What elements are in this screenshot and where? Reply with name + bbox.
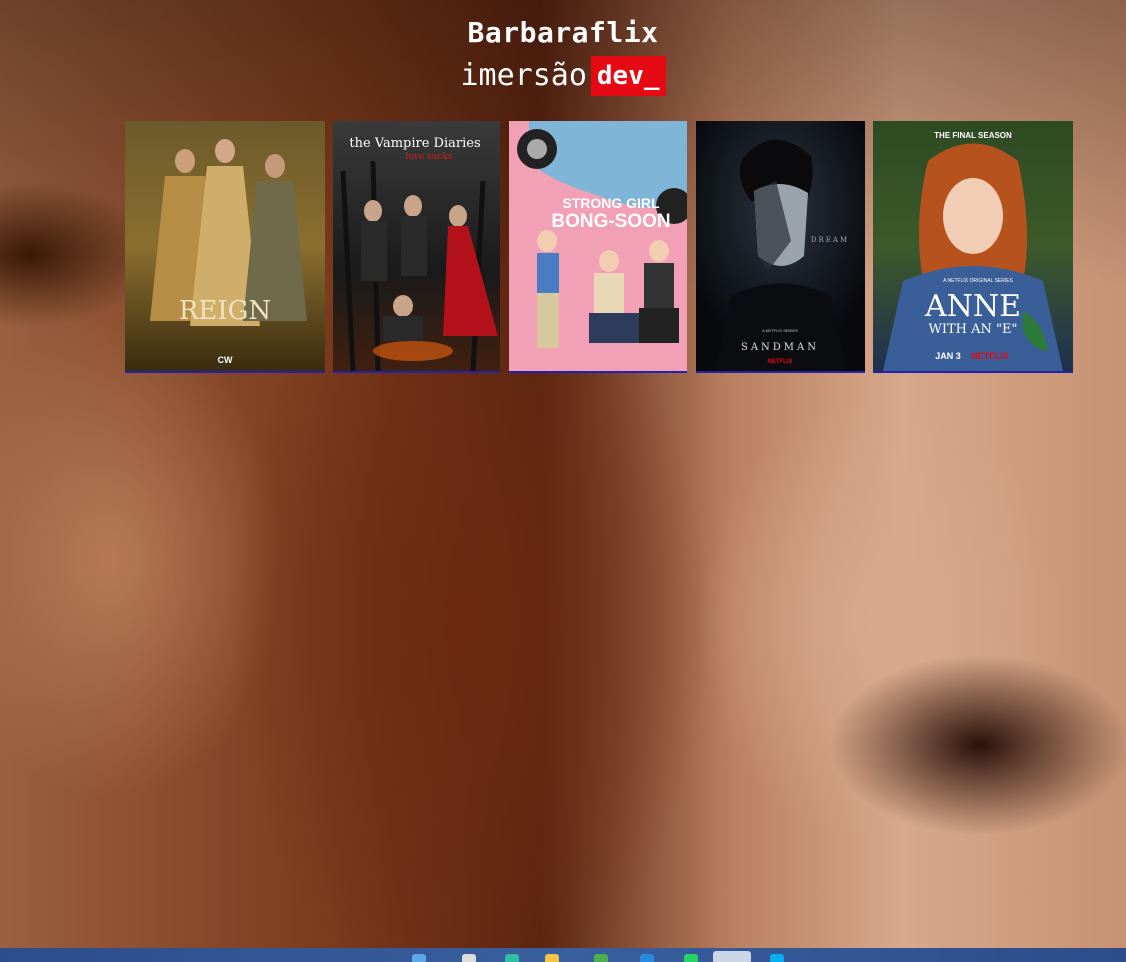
poster-anne-subtitle: WITH AN "E": [929, 322, 1018, 337]
poster-anne-network-line: A NETFLIX ORIGINAL SERIES: [943, 278, 1013, 284]
poster-anne-netflix: NETFLIX: [971, 351, 1009, 361]
poster-sandman[interactable]: DREAM A NETFLIX SERIES SANDMAN NETFLIX: [696, 121, 865, 373]
taskbar: [0, 948, 1126, 962]
vscode-icon[interactable]: [640, 954, 654, 962]
tagline-badge: dev_: [590, 56, 666, 96]
poster-anne-final-season: THE FINAL SEASON: [934, 131, 1012, 140]
tagline-word: imersão: [460, 58, 587, 93]
chrome-icon[interactable]: [594, 954, 608, 962]
skype-icon[interactable]: [770, 954, 784, 962]
poster-sandman-netflix: NETFLIX: [768, 359, 793, 365]
poster-anne-title: ANNE: [924, 289, 1021, 324]
page-header: Barbaraflix imersão dev_: [0, 14, 1126, 96]
tagline: imersão dev_: [0, 56, 1126, 96]
folder-icon[interactable]: [545, 954, 559, 962]
poster-bong-soon-title-1: STRONG GIRL: [562, 195, 660, 211]
poster-vampire-diaries-tagline: love sucks: [405, 152, 452, 162]
poster-anne-with-an-e[interactable]: THE FINAL SEASON A NETFLIX ORIGINAL SERI…: [873, 121, 1073, 373]
poster-sandman-dream: DREAM: [811, 236, 849, 244]
poster-sandman-title: SANDMAN: [741, 342, 819, 353]
poster-reign-title: REIGN: [179, 296, 271, 326]
app-active-icon[interactable]: [713, 951, 751, 962]
search-icon[interactable]: [462, 954, 476, 962]
poster-vampire-diaries-title: the Vampire Diaries: [349, 136, 480, 151]
poster-bong-soon-title-2: BONG-SOON: [551, 211, 670, 232]
file-explorer-icon[interactable]: [412, 954, 426, 962]
poster-anne-date: JAN 3: [935, 351, 961, 361]
poster-vampire-diaries[interactable]: the Vampire Diaries love sucks: [333, 121, 500, 373]
poster-reign-network: CW: [218, 355, 233, 365]
site-title: Barbaraflix: [467, 16, 659, 49]
edge-icon[interactable]: [505, 954, 519, 962]
poster-sandman-network-line: A NETFLIX SERIES: [762, 328, 798, 333]
poster-strong-girl-bong-soon[interactable]: STRONG GIRL BONG-SOON: [509, 121, 687, 373]
whatsapp-icon[interactable]: [684, 954, 698, 962]
poster-reign[interactable]: REIGN CW: [125, 121, 325, 373]
